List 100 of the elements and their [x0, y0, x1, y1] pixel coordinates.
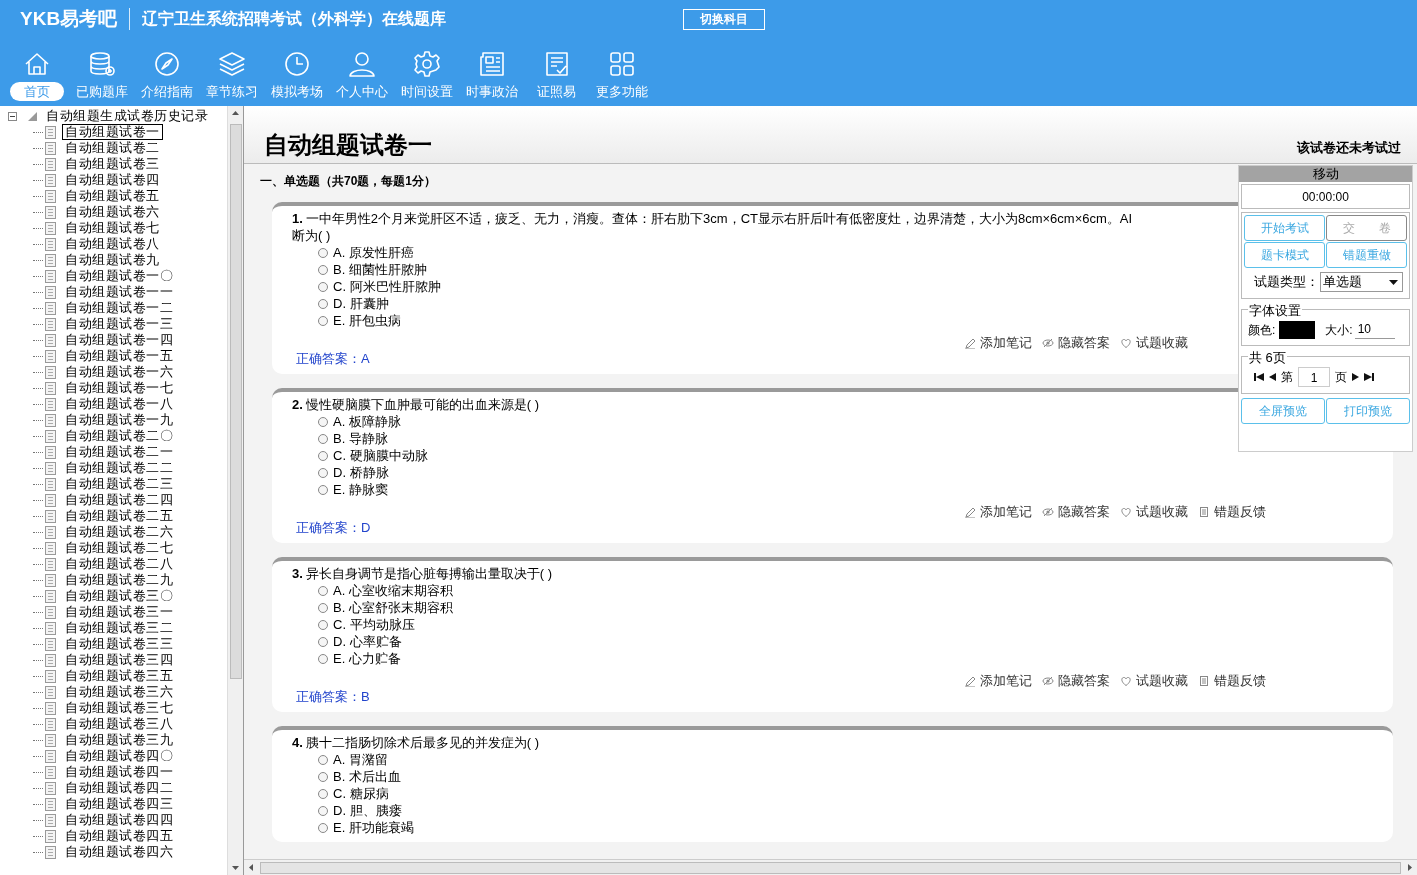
tree-item[interactable]: 自动组题试卷一三	[62, 317, 176, 331]
tree-item[interactable]: 自动组题试卷一五	[62, 349, 176, 363]
action-link[interactable]: 隐藏答案	[1042, 671, 1110, 691]
tree-item[interactable]: 自动组题试卷一九	[62, 413, 176, 427]
question-type-dropdown[interactable]: 单选题	[1320, 272, 1403, 292]
tree-item[interactable]: 自动组题试卷二七	[62, 541, 176, 555]
tree-item[interactable]: 自动组题试卷三七	[62, 701, 176, 715]
radio-button[interactable]	[318, 771, 328, 782]
radio-button[interactable]	[318, 433, 328, 444]
layers-icon[interactable]	[216, 49, 247, 79]
tree-item[interactable]: 自动组题试卷一八	[62, 397, 176, 411]
radio-button[interactable]	[318, 467, 328, 478]
tree-item[interactable]: 自动组题试卷二三	[62, 477, 176, 491]
radio-button[interactable]	[318, 484, 328, 495]
action-link[interactable]: 试题收藏	[1120, 502, 1188, 522]
scroll-down-icon[interactable]	[232, 866, 239, 870]
tree-item[interactable]: 自动组题试卷一二	[62, 301, 176, 315]
tree-item[interactable]: 自动组题试卷三一	[62, 605, 176, 619]
vertical-scrollbar[interactable]	[227, 106, 243, 875]
tree-item[interactable]: 自动组题试卷九	[62, 253, 163, 267]
tree-item[interactable]: 自动组题试卷二四	[62, 493, 176, 507]
action-label[interactable]: 隐藏答案	[1058, 671, 1110, 691]
tree-item[interactable]: 自动组题试卷一	[62, 124, 163, 140]
action-label[interactable]: 试题收藏	[1136, 671, 1188, 691]
radio-button[interactable]	[318, 450, 328, 461]
tree-item[interactable]: 自动组题试卷七	[62, 221, 163, 235]
tree-root-item[interactable]: 自动组题生成试卷历史记录	[46, 108, 208, 124]
radio-button[interactable]	[318, 805, 328, 816]
tree-item[interactable]: 自动组题试卷三〇	[62, 589, 176, 603]
action-link[interactable]: 试题收藏	[1120, 671, 1188, 691]
radio-button[interactable]	[318, 602, 328, 613]
radio-button[interactable]	[318, 788, 328, 799]
action-label[interactable]: 添加笔记	[980, 502, 1032, 522]
action-link[interactable]: 添加笔记	[964, 502, 1032, 522]
tree-item[interactable]: 自动组题试卷二〇	[62, 429, 176, 443]
tree-item[interactable]: 自动组题试卷五	[62, 189, 163, 203]
action-label[interactable]: 隐藏答案	[1058, 333, 1110, 353]
horizontal-scrollbar[interactable]	[244, 859, 1417, 875]
tree-item[interactable]: 自动组题试卷四三	[62, 797, 176, 811]
action-label[interactable]: 添加笔记	[980, 671, 1032, 691]
settings-icon[interactable]	[411, 49, 442, 79]
tree-item[interactable]: 自动组题试卷三四	[62, 653, 176, 667]
tree-item[interactable]: 自动组题试卷一四	[62, 333, 176, 347]
tree-item[interactable]: 自动组题试卷三六	[62, 685, 176, 699]
tree-item[interactable]: 自动组题试卷二九	[62, 573, 176, 587]
radio-button[interactable]	[318, 315, 328, 326]
action-link[interactable]: 错题反馈	[1198, 502, 1266, 522]
radio-button[interactable]	[318, 264, 328, 275]
scroll-right-icon[interactable]	[1408, 864, 1412, 871]
radio-button[interactable]	[318, 653, 328, 664]
tree-item[interactable]: 自动组题试卷二二	[62, 461, 176, 475]
radio-button[interactable]	[318, 636, 328, 647]
tree-item[interactable]: 自动组题试卷四	[62, 173, 163, 187]
tree-item[interactable]: 自动组题试卷三三	[62, 637, 176, 651]
scroll-thumb[interactable]	[229, 124, 242, 679]
collapse-toggle-icon[interactable]	[8, 111, 17, 121]
previous-page-icon[interactable]	[1269, 373, 1276, 381]
radio-button[interactable]	[318, 247, 328, 258]
action-link[interactable]: 隐藏答案	[1042, 502, 1110, 522]
tree-item[interactable]: 自动组题试卷一六	[62, 365, 176, 379]
tree-item[interactable]: 自动组题试卷四六	[62, 845, 176, 859]
tree-item[interactable]: 自动组题试卷一一	[62, 285, 176, 299]
tree-item[interactable]: 自动组题试卷三八	[62, 717, 176, 731]
font-size-field[interactable]: 10	[1354, 320, 1395, 339]
action-link[interactable]: 试题收藏	[1120, 333, 1188, 353]
tree-item[interactable]: 自动组题试卷四五	[62, 829, 176, 843]
tree-item[interactable]: 自动组题试卷六	[62, 205, 163, 219]
tree-item[interactable]: 自动组题试卷一〇	[62, 269, 176, 283]
tree-item[interactable]: 自动组题试卷三九	[62, 733, 176, 747]
tree-item[interactable]: 自动组题试卷四一	[62, 765, 176, 779]
action-label[interactable]: 试题收藏	[1136, 333, 1188, 353]
first-page-icon[interactable]	[1254, 373, 1264, 381]
action-link[interactable]: 添加笔记	[964, 671, 1032, 691]
tree-item[interactable]: 自动组题试卷八	[62, 237, 163, 251]
scroll-thumb[interactable]	[260, 861, 1401, 874]
tree-item[interactable]: 自动组题试卷二	[62, 141, 163, 155]
action-link[interactable]: 错题反馈	[1198, 671, 1266, 691]
tree-item[interactable]: 自动组题试卷三二	[62, 621, 176, 635]
action-link[interactable]: 隐藏答案	[1042, 333, 1110, 353]
page-number-field[interactable]: 1	[1298, 367, 1330, 387]
tree-item[interactable]: 自动组题试卷三五	[62, 669, 176, 683]
action-label[interactable]: 添加笔记	[980, 333, 1032, 353]
action-label[interactable]: 隐藏答案	[1058, 502, 1110, 522]
scroll-left-icon[interactable]	[249, 864, 253, 871]
action-label[interactable]: 试题收藏	[1136, 502, 1188, 522]
scroll-up-icon[interactable]	[232, 111, 239, 115]
tree-item[interactable]: 自动组题试卷四二	[62, 781, 176, 795]
tree-item[interactable]: 自动组题试卷四〇	[62, 749, 176, 763]
action-label[interactable]: 错题反馈	[1214, 671, 1266, 691]
user-icon[interactable]	[346, 49, 377, 79]
action-label[interactable]: 错题反馈	[1214, 502, 1266, 522]
tree-item[interactable]: 自动组题试卷二八	[62, 557, 176, 571]
radio-button[interactable]	[318, 281, 328, 292]
dropdown-arrow-icon[interactable]	[1389, 279, 1398, 285]
tree-item[interactable]: 自动组题试卷一七	[62, 381, 176, 395]
last-page-icon[interactable]	[1364, 373, 1374, 381]
action-link[interactable]: 添加笔记	[964, 333, 1032, 353]
radio-button[interactable]	[318, 822, 328, 833]
tree-item[interactable]: 自动组题试卷三	[62, 157, 163, 171]
tree-item[interactable]: 自动组题试卷二一	[62, 445, 176, 459]
